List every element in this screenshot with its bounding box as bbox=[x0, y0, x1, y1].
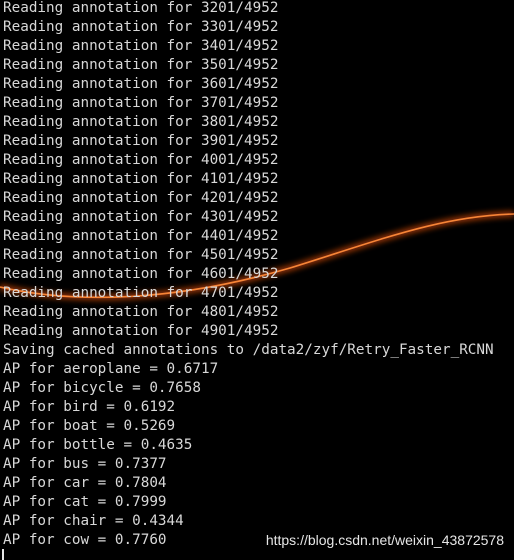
terminal-window[interactable]: Reading annotation for 3201/4952 Reading … bbox=[0, 0, 514, 560]
terminal-line: Reading annotation for 3301/4952 bbox=[3, 19, 279, 35]
terminal-line: AP for boat = 0.5269 bbox=[3, 418, 176, 434]
terminal-line: Reading annotation for 3801/4952 bbox=[3, 114, 279, 130]
terminal-line: AP for aeroplane = 0.6717 bbox=[3, 361, 219, 377]
terminal-line: Reading annotation for 3201/4952 bbox=[3, 0, 279, 16]
terminal-line: Reading annotation for 4801/4952 bbox=[3, 304, 279, 320]
terminal-line: AP for bicycle = 0.7658 bbox=[3, 380, 201, 396]
terminal-line: Reading annotation for 3701/4952 bbox=[3, 95, 279, 111]
terminal-line: Reading annotation for 3601/4952 bbox=[3, 76, 279, 92]
terminal-line: Reading annotation for 4101/4952 bbox=[3, 171, 279, 187]
terminal-line: Reading annotation for 4901/4952 bbox=[3, 323, 279, 339]
terminal-output: Reading annotation for 3201/4952 Reading … bbox=[3, 0, 494, 550]
terminal-line: Reading annotation for 4701/4952 bbox=[3, 285, 279, 301]
terminal-line: AP for cat = 0.7999 bbox=[3, 494, 167, 510]
terminal-line: Reading annotation for 4301/4952 bbox=[3, 209, 279, 225]
text-cursor bbox=[2, 549, 4, 560]
terminal-line: AP for car = 0.7804 bbox=[3, 475, 167, 491]
terminal-line: Saving cached annotations to /data2/zyf/… bbox=[3, 342, 494, 358]
terminal-line: Reading annotation for 4401/4952 bbox=[3, 228, 279, 244]
terminal-line: Reading annotation for 3501/4952 bbox=[3, 57, 279, 73]
terminal-line: Reading annotation for 4601/4952 bbox=[3, 266, 279, 282]
terminal-line: Reading annotation for 4001/4952 bbox=[3, 152, 279, 168]
terminal-line: Reading annotation for 4501/4952 bbox=[3, 247, 279, 263]
terminal-line: Reading annotation for 4201/4952 bbox=[3, 190, 279, 206]
terminal-line: AP for bottle = 0.4635 bbox=[3, 437, 193, 453]
watermark-url: https://blog.csdn.net/weixin_43872578 bbox=[265, 532, 504, 548]
terminal-line: AP for bus = 0.7377 bbox=[3, 456, 167, 472]
terminal-line: Reading annotation for 3901/4952 bbox=[3, 133, 279, 149]
terminal-line: AP for chair = 0.4344 bbox=[3, 513, 184, 529]
terminal-line: Reading annotation for 3401/4952 bbox=[3, 38, 279, 54]
terminal-line: AP for bird = 0.6192 bbox=[3, 399, 176, 415]
